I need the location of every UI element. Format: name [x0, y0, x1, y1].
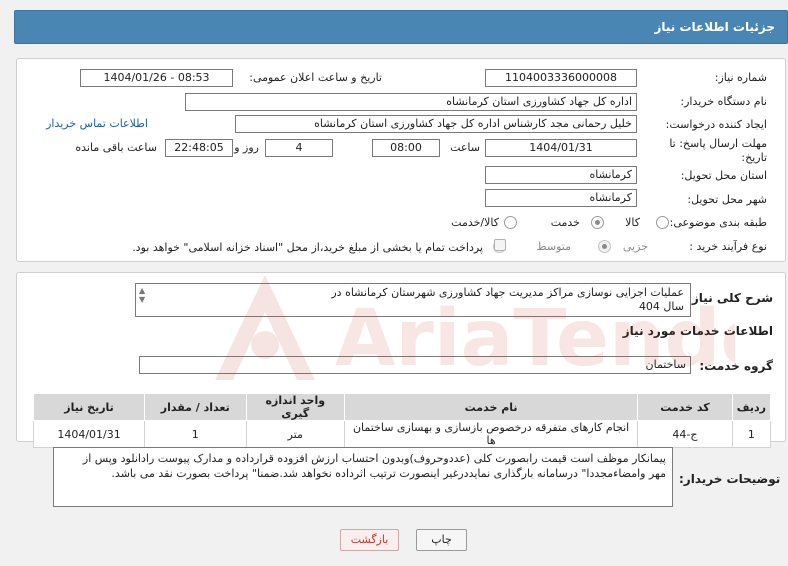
- description-label: شرح کلی نیاز:: [687, 291, 773, 305]
- remaining-time-label: ساعت باقی مانده: [75, 141, 157, 154]
- page-header: جزئیات اطلاعات نیاز: [14, 10, 788, 44]
- buyer-notes-box: پیمانکار موظف است قیمت رابصورت کلی (عددو…: [53, 447, 673, 507]
- need-info-panel: شماره نیاز: 1104003336000008 تاریخ و ساع…: [16, 58, 786, 262]
- category-radio-goods-service[interactable]: [504, 216, 517, 229]
- col-name-header: نام خدمت: [344, 393, 639, 421]
- buyer-org-field: اداره کل جهاد کشاورزی استان کرمانشاه: [185, 93, 637, 111]
- process-option-medium: متوسط: [536, 240, 571, 253]
- need-number-label: شماره نیاز:: [714, 71, 767, 84]
- need-date-cell: 1404/01/31: [32, 420, 146, 448]
- services-table: ردیف کد خدمت نام خدمت واحد اندازه گیری ت…: [32, 393, 772, 448]
- treasury-payment-checkbox[interactable]: [494, 239, 506, 251]
- col-unit-header: واحد اندازه گیری: [245, 393, 346, 421]
- description-services-panel: شرح کلی نیاز: عملیات اجرایی نوسازی مراکز…: [16, 272, 786, 448]
- city-field: کرمانشاه: [485, 189, 637, 207]
- category-radio-service[interactable]: [591, 216, 604, 229]
- service-code-cell: ج-44: [637, 420, 733, 448]
- table-row: 1 ج-44 انجام کارهای متفرقه درخصوص بازساز…: [32, 420, 772, 448]
- process-radio-minor[interactable]: [598, 240, 611, 253]
- deadline-label: مهلت ارسال پاسخ: تا: [669, 137, 767, 150]
- description-line-2: سال 404: [638, 300, 684, 313]
- buyer-notes-line-1: پیمانکار موظف است قیمت رابصورت کلی (عددو…: [82, 452, 666, 465]
- buyer-contact-link[interactable]: اطلاعات تماس خریدار: [46, 117, 148, 130]
- col-date-header: تاریخ نیاز: [32, 393, 146, 421]
- city-label: شهر محل تحویل:: [687, 193, 767, 206]
- textarea-scroll-icon[interactable]: ▲ ▼: [139, 286, 145, 304]
- announce-date-label: تاریخ و ساعت اعلان عمومی:: [249, 71, 382, 84]
- row-number-cell: 1: [731, 420, 772, 448]
- description-line-1: عملیات اجرایی نوسازی مراکز مدیریت جهاد ک…: [331, 286, 684, 299]
- process-type-label: نوع فرآیند خرید :: [689, 240, 767, 253]
- remaining-days-field: 4: [265, 139, 333, 157]
- unit-cell: متر: [245, 420, 346, 448]
- deadline-time-field: 08:00: [372, 139, 440, 157]
- buyer-org-label: نام دستگاه خریدار:: [680, 95, 767, 108]
- col-code-header: کد خدمت: [637, 393, 733, 421]
- service-group-label: گروه خدمت:: [699, 359, 773, 373]
- category-radio-goods[interactable]: [656, 216, 669, 229]
- deadline-date-field: 1404/01/31: [485, 139, 637, 157]
- announce-date-field: 1404/01/26 - 08:53: [80, 69, 233, 87]
- category-option-goods: کالا: [625, 216, 640, 229]
- buyer-notes-line-2: مهر وامضاءمجددا" درسامانه بارگذاری نماید…: [111, 467, 666, 480]
- need-number-field: 1104003336000008: [485, 69, 637, 87]
- col-qty-header: تعداد / مقدار: [144, 393, 247, 421]
- quantity-cell: 1: [144, 420, 247, 448]
- requester-field: خلیل رحمانی مجد کارشناس اداره کل جهاد کش…: [235, 115, 637, 133]
- services-table-header: ردیف کد خدمت نام خدمت واحد اندازه گیری ت…: [32, 393, 772, 421]
- deadline-label-2: تاریخ:: [741, 151, 767, 164]
- print-button[interactable]: چاپ: [416, 529, 467, 551]
- col-row-header: ردیف: [731, 393, 772, 421]
- remaining-time-field: 22:48:05: [165, 139, 233, 157]
- category-option-goods-service: کالا/خدمت: [451, 216, 499, 229]
- buyer-notes-label: توضیحات خریدار:: [679, 472, 781, 486]
- province-field: کرمانشاه: [485, 166, 637, 184]
- category-label: طبقه بندی موضوعی:: [669, 216, 767, 229]
- page-title: جزئیات اطلاعات نیاز: [654, 20, 775, 34]
- category-option-service: خدمت: [550, 216, 580, 229]
- services-section-title: اطلاعات خدمات مورد نیاز: [622, 324, 773, 338]
- province-label: استان محل تحویل:: [680, 169, 767, 182]
- deadline-time-label: ساعت: [450, 141, 480, 154]
- description-textarea[interactable]: عملیات اجرایی نوسازی مراکز مدیریت جهاد ک…: [135, 283, 691, 317]
- service-group-field: ساختمان: [139, 356, 691, 374]
- service-name-cell: انجام کارهای متفرقه درخصوص بازسازی و بهس…: [344, 420, 639, 448]
- process-option-minor: جزیی: [622, 240, 648, 253]
- treasury-payment-note: پرداخت تمام یا بخشی از مبلغ خرید،از محل …: [132, 241, 483, 254]
- requester-label: ایجاد کننده درخواست:: [665, 118, 767, 131]
- back-button[interactable]: بازگشت: [340, 529, 399, 551]
- remaining-days-label: روز و: [234, 141, 259, 154]
